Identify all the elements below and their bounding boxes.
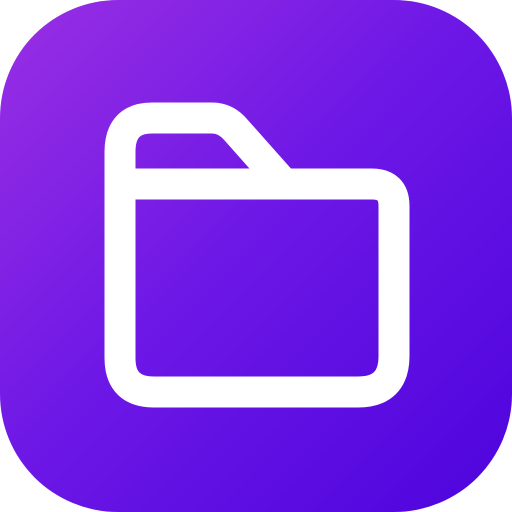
folder-icon [104, 102, 410, 408]
app-icon[interactable] [0, 0, 512, 512]
folder-outline [104, 102, 410, 408]
